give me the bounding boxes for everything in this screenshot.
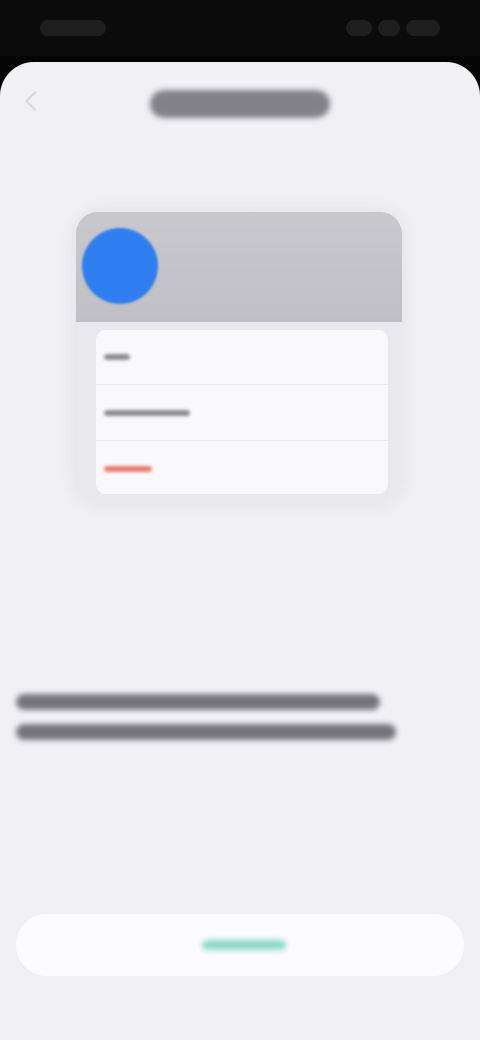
signal-icon (346, 20, 372, 36)
primary-button[interactable] (16, 914, 464, 976)
status-bar (0, 0, 480, 56)
clock-time (40, 20, 106, 36)
illustration-list (96, 330, 388, 494)
list-item-label (104, 410, 190, 416)
primary-button-label (202, 940, 286, 950)
list-item (96, 442, 388, 496)
sheet-title (150, 90, 330, 118)
list-item (96, 386, 388, 441)
description-text-content (16, 686, 17, 687)
list-item-label (104, 354, 130, 360)
wifi-icon (378, 20, 400, 36)
description-line (16, 694, 380, 710)
description-line (16, 724, 396, 740)
list-item (96, 330, 388, 385)
modal-sheet (0, 62, 480, 1040)
feature-illustration (76, 212, 402, 502)
battery-icon (406, 20, 440, 36)
description-text (16, 686, 396, 746)
phone-screen (0, 0, 480, 1040)
list-item-label (104, 466, 152, 472)
avatar (82, 228, 158, 304)
sheet-title-text (150, 90, 151, 91)
primary-button-text (16, 914, 17, 915)
chevron-left-icon[interactable] (25, 91, 45, 111)
